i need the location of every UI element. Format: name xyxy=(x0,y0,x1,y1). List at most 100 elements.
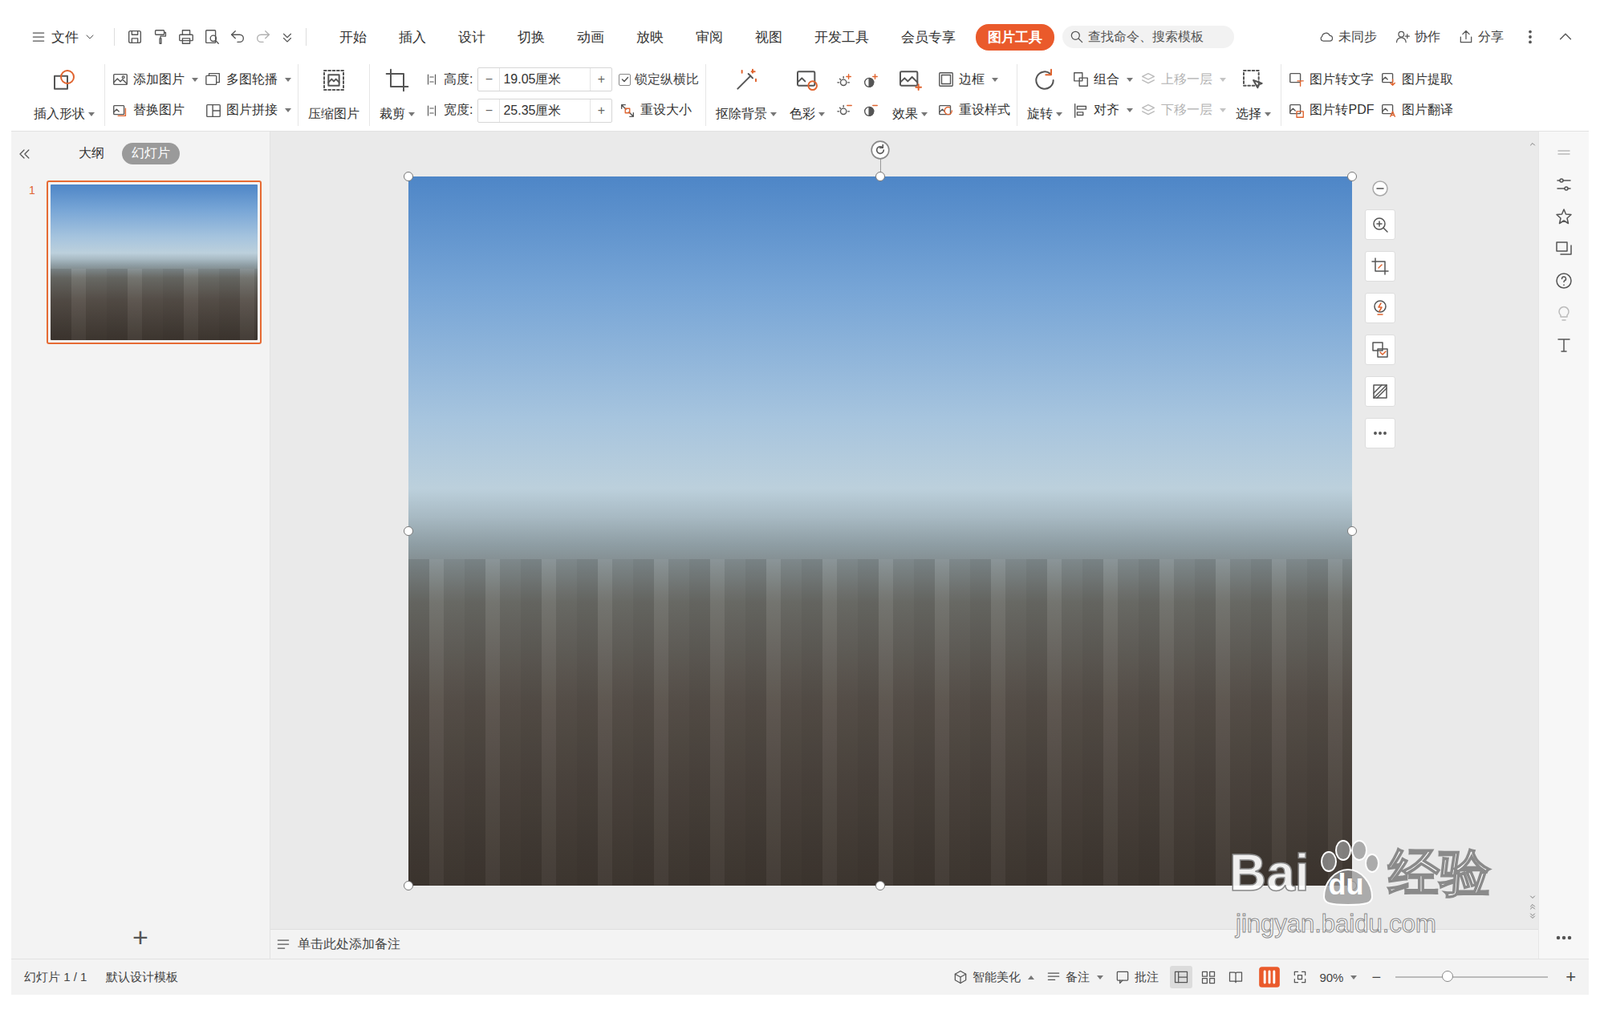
dropdown-caret[interactable] xyxy=(818,112,825,117)
search-box[interactable] xyxy=(1062,25,1235,49)
more-button[interactable] xyxy=(1364,418,1396,449)
share-button[interactable]: 分享 xyxy=(1457,28,1504,46)
pane-tab[interactable]: 大纲 xyxy=(69,142,114,165)
slide-thumbnail[interactable] xyxy=(46,180,262,345)
comments-toggle[interactable]: 批注 xyxy=(1114,969,1159,986)
collab-button[interactable]: 协作 xyxy=(1394,28,1441,46)
add-slide-button[interactable]: + xyxy=(124,923,157,959)
dropdown-caret[interactable] xyxy=(1219,77,1227,82)
zoom-knob[interactable] xyxy=(1441,970,1454,983)
ribbon-small-button[interactable]: 图片提取 xyxy=(1380,67,1454,92)
dropdown-caret[interactable] xyxy=(1264,112,1272,117)
ribbon-tab[interactable]: 设计 xyxy=(446,24,498,51)
template-name[interactable]: 默认设计模板 xyxy=(105,970,179,986)
ribbon-small-button[interactable]: 替换图片 xyxy=(111,98,199,123)
ribbon-small-button[interactable]: 重设大小 xyxy=(618,98,699,123)
ribbon-tab[interactable]: 图片工具 xyxy=(975,24,1055,51)
zoom-value[interactable]: 90% xyxy=(1319,970,1357,985)
ribbon-small-button[interactable]: 多图轮播 xyxy=(204,67,292,92)
ribbon-small-button[interactable]: 对齐 xyxy=(1072,98,1133,123)
ribbon-small-button[interactable]: 重设样式 xyxy=(937,98,1011,123)
ribbon-button[interactable]: 压缩图片 xyxy=(304,64,363,126)
view-button[interactable] xyxy=(1197,966,1220,989)
ribbon-button[interactable]: 裁剪 xyxy=(376,64,419,126)
ribbon-small-button[interactable]: 图片拼接 xyxy=(204,98,292,123)
dropdown-caret[interactable] xyxy=(408,112,415,117)
ribbon-small-button[interactable]: 图片转文字 xyxy=(1287,67,1374,92)
dropdown-caret[interactable] xyxy=(991,77,999,82)
resize-handle[interactable] xyxy=(1347,171,1357,182)
spinner-box[interactable]: −19.05厘米+ xyxy=(477,67,613,92)
ribbon-button[interactable]: 旋转 xyxy=(1023,64,1066,126)
ribbon-button[interactable]: 效果 xyxy=(889,64,931,126)
dropdown-caret[interactable] xyxy=(1096,975,1104,980)
dropdown-caret[interactable] xyxy=(1126,108,1133,113)
file-menu[interactable]: 文件 xyxy=(24,24,103,50)
ribbon-tab[interactable]: 审阅 xyxy=(683,24,736,51)
replace-picture-button[interactable] xyxy=(1364,334,1396,366)
notes-toggle[interactable]: 备注 xyxy=(1045,969,1104,986)
lock-ratio-checkbox[interactable]: 锁定纵横比 xyxy=(618,67,699,92)
crop-button[interactable] xyxy=(1364,251,1396,282)
dropdown-caret[interactable] xyxy=(921,112,928,117)
ribbon-button[interactable]: 色彩 xyxy=(786,64,829,126)
vertical-scrollbar[interactable] xyxy=(1526,131,1539,930)
resize-handle[interactable] xyxy=(403,526,414,537)
dropdown-caret[interactable] xyxy=(284,108,292,113)
ribbon-tab[interactable]: 插入 xyxy=(386,24,439,51)
pane-tab[interactable]: 幻灯片 xyxy=(121,142,180,165)
ribbon-tab[interactable]: 会员专享 xyxy=(889,24,968,51)
ribbon-small-button[interactable]: 图片翻译 xyxy=(1380,98,1454,123)
ribbon-small-button[interactable]: 图片转PDF xyxy=(1287,98,1374,123)
slide-row[interactable]: 1 xyxy=(28,180,270,345)
drag-handle-icon[interactable] xyxy=(1554,142,1574,163)
ribbon-tab[interactable]: 放映 xyxy=(624,24,676,51)
ribbon-tab[interactable]: 切换 xyxy=(505,24,557,51)
idea-icon[interactable] xyxy=(1554,303,1574,323)
smart-idea-button[interactable] xyxy=(1364,292,1396,324)
help-icon[interactable] xyxy=(1554,271,1574,291)
ribbon-button[interactable]: 插入形状 xyxy=(30,64,98,126)
zoom-button[interactable] xyxy=(1364,209,1396,240)
cloud-button[interactable]: 未同步 xyxy=(1318,28,1377,46)
resize-handle[interactable] xyxy=(1347,526,1357,537)
rotate-handle-icon[interactable] xyxy=(869,139,891,161)
animation-icon[interactable] xyxy=(1554,207,1574,227)
resize-handle[interactable] xyxy=(403,171,414,182)
spinner-value[interactable]: 25.35厘米 xyxy=(499,99,591,122)
dropdown-caret[interactable] xyxy=(1027,975,1035,980)
dropdown-caret[interactable] xyxy=(1350,975,1357,980)
text-icon[interactable] xyxy=(1554,335,1574,355)
view-button[interactable] xyxy=(1169,966,1193,989)
notes-bar[interactable]: 单击此处添加备注 xyxy=(270,929,1539,959)
ribbon-tab[interactable]: 开发工具 xyxy=(802,24,882,51)
fill-button[interactable] xyxy=(1364,376,1396,407)
ribbon-tab[interactable]: 开始 xyxy=(327,24,379,51)
dropdown-caret[interactable] xyxy=(1055,112,1063,117)
increment-button[interactable]: + xyxy=(590,72,612,87)
ribbon-small-button[interactable]: 组合 xyxy=(1072,67,1133,92)
ribbon-tab[interactable]: 视图 xyxy=(743,24,795,51)
search-input[interactable] xyxy=(1088,29,1225,45)
view-button[interactable] xyxy=(1224,966,1247,989)
ribbon-small-button[interactable]: 添加图片 xyxy=(111,67,199,92)
dropdown-caret[interactable] xyxy=(284,77,292,82)
decrement-button[interactable]: − xyxy=(478,103,500,118)
ribbon-button[interactable]: 选择 xyxy=(1232,64,1275,126)
smart-beautify-button[interactable]: 智能美化 xyxy=(952,969,1035,986)
dropdown-caret[interactable] xyxy=(1219,108,1227,113)
dropdown-caret[interactable] xyxy=(1126,77,1133,82)
slide-switch-icon[interactable] xyxy=(1554,239,1574,259)
zoom-slider[interactable] xyxy=(1395,976,1548,979)
resize-handle[interactable] xyxy=(1347,881,1357,891)
decrement-button[interactable]: − xyxy=(478,72,500,87)
increment-button[interactable]: + xyxy=(590,103,612,118)
checkbox[interactable] xyxy=(618,73,631,86)
slideshow-icon[interactable] xyxy=(1258,966,1281,989)
spinner-value[interactable]: 19.05厘米 xyxy=(499,68,591,91)
ribbon-button[interactable]: 抠除背景 xyxy=(712,64,780,126)
spinner-box[interactable]: −25.35厘米+ xyxy=(477,98,613,123)
dropdown-caret[interactable] xyxy=(88,112,95,117)
resize-handle[interactable] xyxy=(875,171,886,182)
zoom-out-button[interactable]: − xyxy=(1368,968,1385,987)
